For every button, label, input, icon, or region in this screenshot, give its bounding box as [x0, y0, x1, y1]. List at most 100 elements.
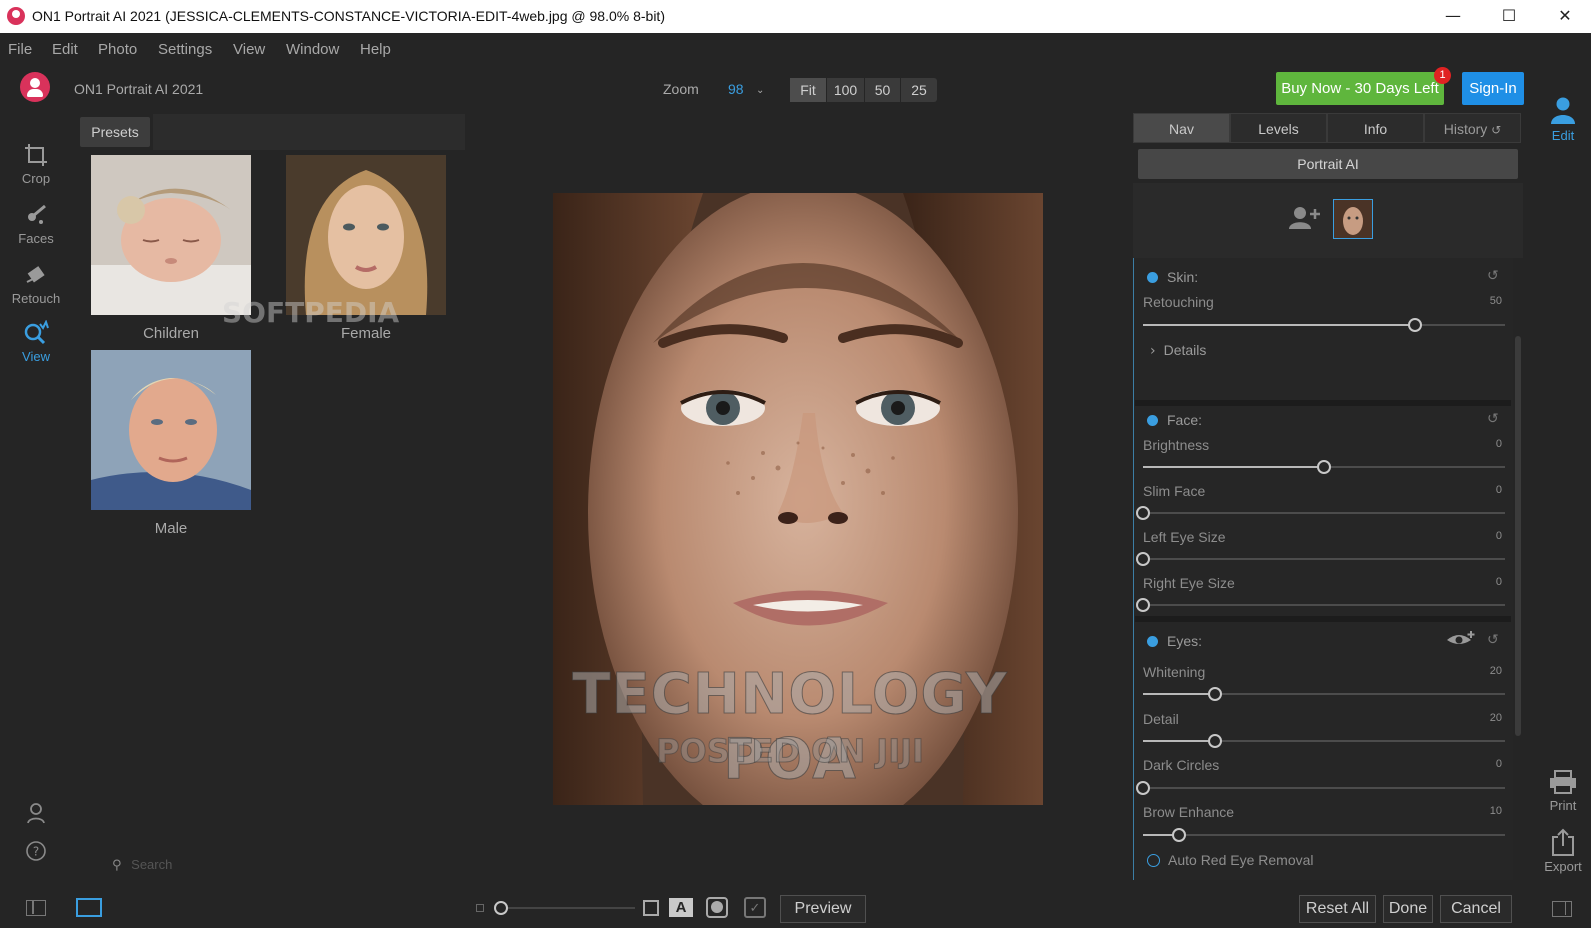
eyes-enabled-toggle[interactable]	[1147, 636, 1158, 647]
help-button[interactable]: ?	[0, 840, 72, 865]
tool-retouch-label: Retouch	[11, 291, 61, 306]
presets-tab[interactable]: Presets	[80, 117, 150, 147]
add-eye-icon[interactable]	[1446, 630, 1476, 648]
section-divider	[1135, 400, 1511, 406]
thumbnail-size-knob[interactable]	[494, 901, 508, 915]
text-overlay-icon[interactable]: A	[669, 898, 693, 917]
svg-text:?: ?	[33, 845, 39, 859]
section-divider	[1135, 616, 1511, 622]
cancel-button[interactable]: Cancel	[1440, 895, 1512, 923]
reset-all-button[interactable]: Reset All	[1299, 895, 1376, 923]
thumbnail-size-small-icon[interactable]	[476, 904, 484, 912]
panel-toggle-left-icon[interactable]	[26, 900, 46, 916]
skin-enabled-toggle[interactable]	[1147, 272, 1158, 283]
history-undo-icon: ↺	[1491, 123, 1502, 137]
tool-crop[interactable]: Crop	[0, 142, 72, 186]
right-panel-tabs: Nav Levels Info History ↺	[1133, 113, 1523, 143]
zoom-preset-group: Fit 100 50 25	[790, 78, 937, 102]
preset-thumb-children[interactable]	[91, 155, 251, 315]
children-photo	[91, 155, 251, 315]
module-edit[interactable]: Edit	[1535, 96, 1591, 143]
module-print[interactable]: Print	[1535, 770, 1591, 813]
tab-history[interactable]: History ↺	[1424, 113, 1521, 143]
right-eye-size-slider[interactable]	[1136, 598, 1505, 612]
zoom-value[interactable]: 98	[728, 81, 744, 97]
tool-view[interactable]: View	[0, 320, 72, 364]
account-button[interactable]	[0, 802, 72, 827]
details-expander[interactable]: › Details	[1150, 342, 1206, 359]
compare-square-icon[interactable]	[643, 900, 659, 916]
brow-enhance-slider[interactable]	[1143, 828, 1505, 842]
skin-reset-icon[interactable]: ↺	[1487, 268, 1499, 284]
buy-now-button[interactable]: Buy Now - 30 Days Left	[1276, 72, 1444, 105]
tab-history-label: History	[1443, 121, 1488, 137]
menu-window[interactable]: Window	[286, 41, 339, 58]
menu-settings[interactable]: Settings	[158, 41, 212, 58]
dark-circles-label: Dark Circles	[1143, 757, 1220, 773]
menu-help[interactable]: Help	[360, 41, 391, 58]
portrait-ai-header: Portrait AI	[1138, 149, 1518, 179]
minimize-icon[interactable]: —	[1430, 0, 1476, 33]
panel-toggle-right-icon[interactable]	[1552, 901, 1572, 917]
menu-photo[interactable]: Photo	[98, 41, 137, 58]
dark-circles-slider[interactable]	[1136, 781, 1505, 795]
user-icon	[27, 803, 45, 824]
presets-header-strip	[153, 114, 465, 150]
tool-retouch[interactable]: Retouch	[0, 262, 72, 306]
view-icon	[24, 320, 49, 345]
preview-button[interactable]: Preview	[780, 895, 866, 923]
detail-slider[interactable]	[1143, 734, 1505, 748]
face-reset-icon[interactable]: ↺	[1487, 411, 1499, 427]
tool-view-label: View	[22, 349, 50, 364]
slim-face-slider[interactable]	[1136, 506, 1505, 520]
brightness-label: Brightness	[1143, 437, 1210, 453]
tab-levels[interactable]: Levels	[1230, 113, 1327, 143]
preset-search[interactable]: ⚲ Search	[112, 857, 172, 873]
adjustments-scrollbar[interactable]	[1515, 336, 1521, 736]
before-after-icon[interactable]: ✓	[744, 897, 766, 918]
menu-bar: File Edit Photo Settings View Window Hel…	[0, 33, 1591, 66]
search-input[interactable]: Search	[131, 857, 172, 872]
left-eye-size-slider[interactable]	[1136, 552, 1505, 566]
maximize-icon[interactable]: ☐	[1486, 0, 1532, 33]
menu-file[interactable]: File	[8, 41, 32, 58]
tab-info[interactable]: Info	[1327, 113, 1424, 143]
brightness-slider[interactable]	[1143, 460, 1505, 474]
title-bar: ON1 Portrait AI 2021 (JESSICA-CLEMENTS-C…	[0, 0, 1591, 33]
red-eye-radio[interactable]	[1147, 854, 1160, 867]
retouching-slider[interactable]	[1143, 318, 1505, 332]
single-view-icon[interactable]	[76, 898, 102, 917]
preset-thumb-female[interactable]	[286, 155, 446, 315]
module-export[interactable]: Export	[1535, 828, 1591, 874]
sign-in-button[interactable]: Sign-In	[1462, 72, 1524, 105]
tool-faces[interactable]: Faces	[0, 202, 72, 246]
detail-value: 20	[1489, 712, 1502, 724]
thumbnail-size-slider[interactable]	[494, 901, 635, 915]
zoom-25-button[interactable]: 25	[901, 78, 937, 102]
whitening-slider[interactable]	[1143, 687, 1505, 701]
tab-nav[interactable]: Nav	[1133, 113, 1230, 143]
preset-thumb-male[interactable]	[91, 350, 251, 510]
left-tool-rail	[0, 66, 72, 928]
auto-red-eye-option[interactable]: Auto Red Eye Removal	[1147, 852, 1314, 868]
menu-edit[interactable]: Edit	[52, 41, 78, 58]
skin-section-title: Skin:	[1167, 269, 1199, 285]
search-icon: ⚲	[112, 858, 122, 873]
face-enabled-toggle[interactable]	[1147, 415, 1158, 426]
zoom-100-button[interactable]: 100	[827, 78, 865, 102]
menu-view[interactable]: View	[233, 41, 265, 58]
whitening-label: Whitening	[1143, 664, 1206, 680]
right-eye-size-label: Right Eye Size	[1143, 575, 1235, 591]
eyes-reset-icon[interactable]: ↺	[1487, 632, 1499, 648]
app-logo	[20, 72, 50, 102]
add-face-icon[interactable]	[1289, 205, 1321, 231]
preset-label-male: Male	[154, 520, 188, 537]
zoom-dropdown-icon[interactable]: ⌄	[756, 85, 764, 96]
face-thumbnail[interactable]	[1333, 199, 1373, 239]
close-icon[interactable]: ✕	[1542, 0, 1588, 33]
brightness-value: 0	[1495, 438, 1502, 450]
done-button[interactable]: Done	[1383, 895, 1433, 923]
zoom-50-button[interactable]: 50	[865, 78, 901, 102]
mask-view-icon[interactable]	[706, 897, 728, 918]
zoom-fit-button[interactable]: Fit	[790, 78, 827, 102]
